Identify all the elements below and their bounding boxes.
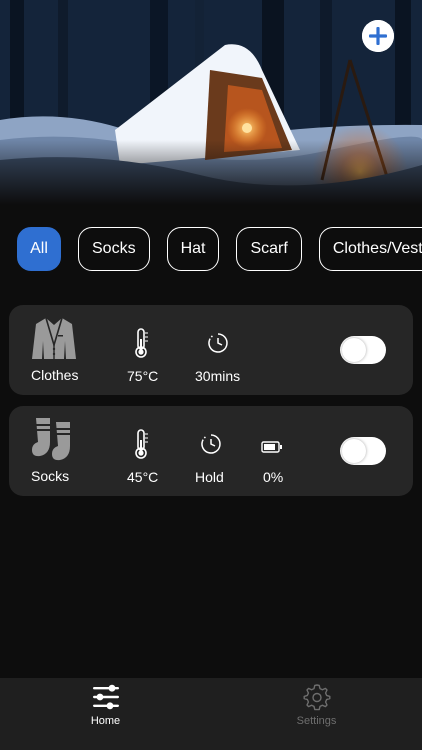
battery-cell: 0% — [261, 406, 285, 496]
add-device-button[interactable] — [362, 20, 394, 52]
timer-cell: 30mins — [195, 305, 241, 395]
device-name: Clothes — [31, 367, 79, 383]
filter-chip-all[interactable]: All — [17, 227, 61, 271]
gear-icon — [303, 684, 330, 711]
sliders-icon — [92, 684, 119, 710]
device-cell: Socks — [25, 406, 83, 496]
timer-value: Hold — [195, 469, 224, 485]
toggle-knob — [342, 439, 366, 463]
socks-icon — [32, 418, 70, 461]
nav-settings[interactable]: Settings — [211, 678, 422, 750]
temperature-value: 75°C — [127, 368, 159, 384]
winter-camp-illustration — [0, 0, 422, 205]
battery-value: 0% — [263, 469, 284, 485]
device-card-clothes[interactable]: Clothes 75°C 30mins — [9, 305, 413, 395]
temperature-cell: 45°C — [127, 406, 159, 496]
timer-icon — [201, 434, 221, 454]
hero-image — [0, 0, 422, 205]
power-toggle[interactable] — [340, 336, 386, 364]
temperature-value: 45°C — [127, 469, 159, 485]
thermometer-icon — [135, 429, 148, 459]
plus-icon — [362, 20, 394, 52]
device-cell: Clothes — [25, 305, 83, 395]
filter-chip-clothes-vest[interactable]: Clothes/Vest — [318, 227, 422, 271]
timer-cell: Hold — [195, 406, 225, 496]
nav-label-settings: Settings — [296, 715, 337, 727]
device-card-socks[interactable]: Socks 45°C Hold 0% — [9, 406, 413, 496]
power-toggle[interactable] — [340, 437, 386, 465]
timer-value: 30mins — [195, 368, 241, 384]
timer-icon — [208, 333, 228, 353]
bottom-navigation: Home Settings — [0, 678, 422, 750]
category-filter: All Socks Hat Scarf Clothes/Vest — [17, 227, 422, 271]
jacket-icon — [32, 317, 76, 359]
nav-home[interactable]: Home — [0, 678, 211, 750]
temperature-cell: 75°C — [127, 305, 159, 395]
nav-icon-wrap — [92, 684, 120, 710]
nav-label-home: Home — [90, 715, 121, 727]
filter-chip-hat[interactable]: Hat — [166, 227, 220, 271]
filter-chip-scarf[interactable]: Scarf — [236, 227, 302, 271]
device-name: Socks — [31, 468, 70, 484]
filter-chip-socks[interactable]: Socks — [78, 227, 150, 271]
toggle-knob — [342, 338, 366, 362]
battery-icon — [261, 441, 282, 453]
nav-icon-wrap — [303, 684, 331, 711]
thermometer-icon — [135, 328, 148, 358]
